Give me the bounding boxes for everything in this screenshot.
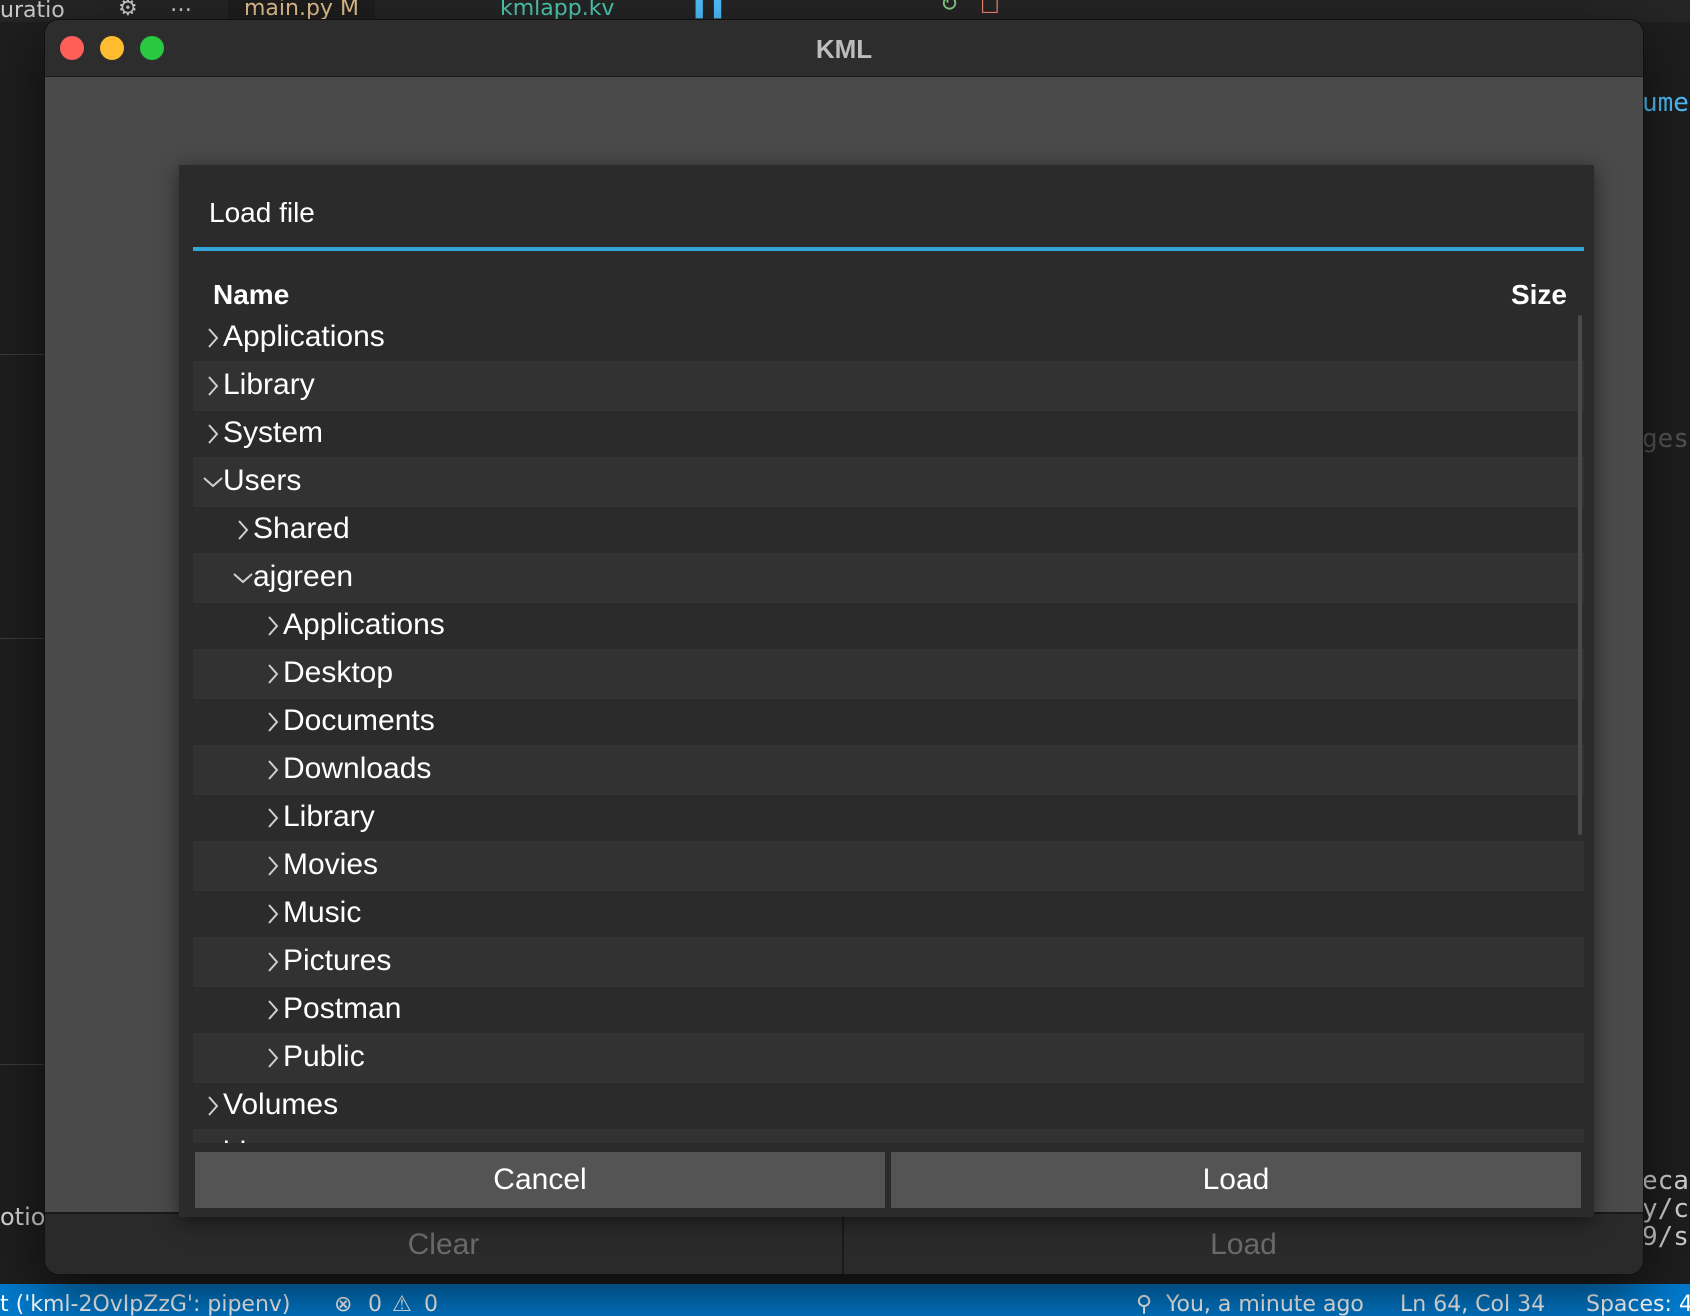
window-titlebar[interactable]: KML — [45, 20, 1643, 77]
git-icon: ⚲ — [1136, 1292, 1153, 1316]
tree-row[interactable]: Users — [193, 459, 1584, 507]
more-icon[interactable]: … — [170, 0, 192, 17]
tree-row[interactable]: Library — [193, 795, 1584, 843]
indentation[interactable]: Spaces: 4 — [1586, 1292, 1690, 1316]
tree-row-label: Volumes — [223, 1088, 339, 1121]
tree-row[interactable]: Volumes — [193, 1083, 1584, 1131]
divider — [0, 638, 44, 639]
tree-row[interactable]: Documents — [193, 699, 1584, 747]
terminal-fragment: ecat — [1642, 1166, 1690, 1196]
tab-kmlapp-kv[interactable]: kmlapp.kv — [500, 0, 614, 21]
clear-button[interactable]: Clear — [45, 1214, 844, 1274]
cursor-position[interactable]: Ln 64, Col 34 — [1400, 1292, 1545, 1316]
tree-row-label: System — [223, 416, 324, 449]
tab-main-py-label: main.py M — [244, 0, 359, 21]
code-fragment: ges — [1642, 424, 1689, 454]
tree-row-label: ajgreen — [253, 560, 354, 593]
interpreter-status[interactable]: t ('kml-2OvIpZzG': pipenv) — [0, 1292, 291, 1316]
tree-row-label: Desktop — [283, 656, 394, 689]
tree-row[interactable]: System — [193, 411, 1584, 459]
tree-row[interactable]: Music — [193, 891, 1584, 939]
tree-row[interactable]: Desktop — [193, 651, 1584, 699]
tree-row[interactable]: Movies — [193, 843, 1584, 891]
main-action-bar: Clear Load — [45, 1212, 1643, 1274]
tree-row-label: Library — [223, 368, 315, 401]
tree-row[interactable]: Applications — [193, 315, 1584, 363]
stop-icon[interactable]: ☐ — [980, 0, 1000, 19]
tree-row-label: Documents — [283, 704, 435, 737]
cancel-button[interactable]: Cancel — [195, 1152, 885, 1208]
tree-row[interactable]: Postman — [193, 987, 1584, 1035]
tree-row[interactable]: ajgreen — [193, 555, 1584, 603]
warning-icon: ⚠ — [392, 1292, 412, 1316]
tree-row[interactable]: Library — [193, 363, 1584, 411]
tab-main-py[interactable]: main.py M — [228, 0, 375, 21]
status-bar: t ('kml-2OvIpZzG': pipenv) ⊗ 0 ⚠ 0 ⚲ You… — [0, 1284, 1690, 1316]
tree-row-label: bin — [223, 1136, 263, 1143]
tree-row-label: Downloads — [283, 752, 432, 785]
tree-row[interactable]: Pictures — [193, 939, 1584, 987]
tree-row[interactable]: Applications — [193, 603, 1584, 651]
tree-row-label: Applications — [223, 320, 385, 353]
load-file-dialog: Load file Name Size Applications Library S… — [179, 165, 1594, 1217]
dialog-title: Load file — [209, 197, 315, 228]
tree-row-label: Applications — [283, 608, 445, 641]
divider — [0, 1064, 44, 1065]
load-button[interactable]: Load — [891, 1152, 1581, 1208]
restart-icon[interactable]: ↻ — [940, 0, 958, 17]
kml-window: KML Clear Load Load file Name Size Appli… — [45, 20, 1643, 1274]
pause-icon[interactable]: ❚❚ — [690, 0, 727, 19]
title-separator — [193, 247, 1584, 251]
git-blame[interactable]: You, a minute ago — [1166, 1292, 1364, 1316]
terminal-fragment: 9/si — [1642, 1222, 1690, 1252]
file-tree[interactable]: Applications Library System Users Shared ajgr… — [193, 315, 1584, 1143]
gear-icon[interactable]: ⚙ — [118, 0, 138, 21]
divider — [0, 354, 44, 355]
tree-row-label: Postman — [283, 992, 402, 1025]
main-load-button[interactable]: Load — [844, 1214, 1643, 1274]
run-config-label[interactable]: uratio — [0, 0, 65, 22]
code-fragment: ume — [1642, 88, 1689, 118]
tree-row[interactable]: Public — [193, 1035, 1584, 1083]
editor-top-bar: uratio ⚙ … main.py M kmlapp.kv ❚❚ ↻ ☐ — [0, 0, 1690, 22]
column-header-name[interactable]: Name — [213, 279, 289, 311]
tree-row[interactable]: Downloads — [193, 747, 1584, 795]
tree-row-label: Movies — [283, 848, 379, 881]
tree-row[interactable]: bin — [193, 1131, 1584, 1143]
error-count[interactable]: 0 — [368, 1292, 382, 1316]
tree-row-label: Shared — [253, 512, 350, 545]
tree-row-label: Music — [283, 896, 362, 929]
tree-row-label: Library — [283, 800, 375, 833]
file-tree-scrollbar[interactable] — [1578, 315, 1582, 835]
error-icon: ⊗ — [334, 1292, 353, 1316]
tree-row[interactable]: Shared — [193, 507, 1584, 555]
warning-count[interactable]: 0 — [424, 1292, 438, 1316]
tree-row-label: Pictures — [283, 944, 392, 977]
tree-row-label: Users — [223, 464, 302, 497]
column-header-size[interactable]: Size — [1511, 279, 1567, 311]
window-title: KML — [815, 34, 873, 64]
terminal-fragment: y/co — [1642, 1194, 1690, 1224]
tree-row-label: Public — [283, 1040, 365, 1073]
